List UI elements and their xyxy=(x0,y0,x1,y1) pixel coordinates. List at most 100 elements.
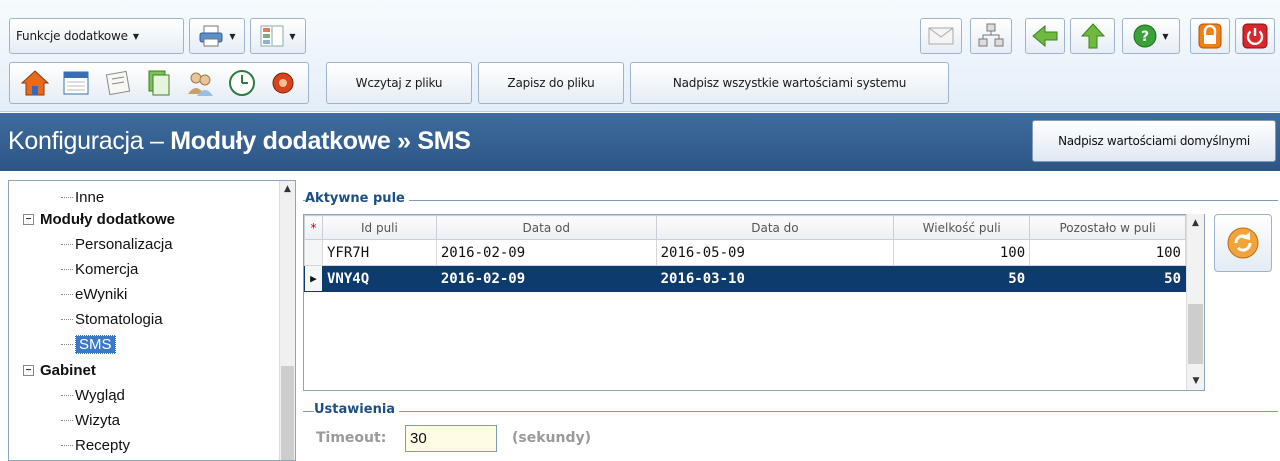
scroll-up-icon[interactable]: ▲ xyxy=(1187,214,1204,232)
tree-connector xyxy=(61,293,73,295)
settings-group-title: Ustawienia xyxy=(314,402,400,417)
timeout-input[interactable] xyxy=(405,425,497,452)
tree-item-label: Gabinet xyxy=(40,361,96,379)
home-icon[interactable] xyxy=(20,68,50,98)
tree-item-recepty[interactable]: Recepty xyxy=(61,434,130,456)
column-header-pool-size[interactable]: Wielkość puli xyxy=(893,215,1031,240)
functions-dropdown-label: Funkcje dodatkowe xyxy=(16,29,128,43)
scroll-thumb[interactable] xyxy=(281,366,294,460)
chevron-down-icon: ▼ xyxy=(229,31,236,41)
chevron-down-icon: ▼ xyxy=(1162,31,1169,41)
tree-item-inne[interactable]: Inne xyxy=(61,186,104,208)
mail-button[interactable] xyxy=(920,18,962,54)
print-button[interactable]: ▼ xyxy=(189,18,245,54)
tree-item-label: Wizyta xyxy=(75,411,120,429)
svg-text:?: ? xyxy=(1141,29,1149,45)
toolbar: Funkcje dodatkowe ▼ ▼ ▼ ? ▼ Wczytaj z pl… xyxy=(0,0,1280,112)
table-row-selected[interactable]: ▶ VNY4Q 2016-02-09 2016-03-10 50 50 xyxy=(304,265,1186,292)
tree-item-sms[interactable]: SMS xyxy=(61,333,116,355)
columns-button[interactable]: ▼ xyxy=(250,18,306,54)
load-from-file-button[interactable]: Wczytaj z pliku xyxy=(326,62,472,104)
grid-scrollbar[interactable]: ▲ ▼ xyxy=(1186,214,1204,390)
tree-connector xyxy=(61,444,73,446)
cell-id[interactable]: VNY4Q xyxy=(321,265,437,292)
page-title: Konfiguracja – Moduły dodatkowe » SMS xyxy=(8,127,471,156)
tree-connector xyxy=(61,394,73,396)
overwrite-all-system-button[interactable]: Nadpisz wszystkie wartościami systemu xyxy=(630,62,949,104)
tree-connector xyxy=(61,268,73,270)
config-tree: Inne − Moduły dodatkowe Personalizacja Ko… xyxy=(8,180,296,461)
cell-date-to[interactable]: 2016-05-09 xyxy=(655,239,895,266)
title-section: Moduły dodatkowe » SMS xyxy=(170,127,471,155)
column-header-date-from[interactable]: Data od xyxy=(435,215,657,240)
help-button[interactable]: ? ▼ xyxy=(1122,18,1180,54)
tree-item-label: Moduły dodatkowe xyxy=(40,210,175,228)
tree-scrollbar[interactable]: ▲ xyxy=(279,181,295,460)
chevron-down-icon: ▼ xyxy=(132,31,139,41)
column-header-id[interactable]: Id puli xyxy=(321,215,437,240)
cell-pool-size[interactable]: 50 xyxy=(893,265,1031,292)
tree-item-komercja[interactable]: Komercja xyxy=(61,258,138,280)
power-button[interactable] xyxy=(1235,18,1275,54)
documents-icon[interactable] xyxy=(144,68,174,98)
network-button[interactable] xyxy=(970,18,1012,54)
tree-connector xyxy=(61,343,73,345)
tree-item-label: Stomatologia xyxy=(75,310,163,328)
scroll-thumb[interactable] xyxy=(1188,304,1203,364)
pools-grid: * Id puli Data od Data do Wielkość puli … xyxy=(304,215,1186,292)
refresh-pools-button[interactable] xyxy=(1214,214,1272,272)
pools-table: * Id puli Data od Data do Wielkość puli … xyxy=(303,214,1205,391)
tree-item-label: SMS xyxy=(75,334,116,354)
collapse-icon[interactable]: − xyxy=(23,213,34,225)
calendar-icon[interactable] xyxy=(61,68,91,98)
save-to-file-button[interactable]: Zapisz do pliku xyxy=(478,62,624,104)
tree-item-label: eWyniki xyxy=(75,285,128,303)
cell-date-to[interactable]: 2016-03-10 xyxy=(655,265,895,292)
cell-date-from[interactable]: 2016-02-09 xyxy=(435,239,657,266)
columns-icon xyxy=(260,25,284,47)
cell-pool-left[interactable]: 50 xyxy=(1029,265,1186,292)
scroll-up-icon[interactable]: ▲ xyxy=(280,181,295,197)
tree-item-label: Komercja xyxy=(75,260,139,278)
power-icon xyxy=(1242,23,1268,49)
collapse-icon[interactable]: − xyxy=(23,364,34,376)
tree-item-label: Personalizacja xyxy=(75,235,173,253)
timeout-label: Timeout: xyxy=(316,430,387,446)
tree-item-wizyta[interactable]: Wizyta xyxy=(61,409,120,431)
table-row[interactable]: YFR7H 2016-02-09 2016-05-09 100 100 xyxy=(304,239,1186,266)
tree-item-gabinet[interactable]: − Gabinet xyxy=(23,359,96,381)
scroll-down-icon[interactable]: ▼ xyxy=(1187,372,1205,390)
tree-item-label: Recepty xyxy=(75,436,131,454)
refresh-icon xyxy=(1227,227,1259,259)
tree-connector xyxy=(61,419,73,421)
column-header-date-to[interactable]: Data do xyxy=(655,215,895,240)
tree-item-ewyniki[interactable]: eWyniki xyxy=(61,283,127,305)
cell-pool-size[interactable]: 100 xyxy=(893,239,1031,266)
notes-icon[interactable] xyxy=(103,68,133,98)
users-icon[interactable] xyxy=(185,68,215,98)
lock-icon xyxy=(1198,23,1222,49)
tree-item-stomatologia[interactable]: Stomatologia xyxy=(61,308,163,330)
tree-item-wyglad[interactable]: Wygląd xyxy=(61,384,125,406)
back-button[interactable] xyxy=(1025,18,1065,54)
lock-button[interactable] xyxy=(1190,18,1230,54)
settings-gear-icon[interactable] xyxy=(268,68,298,98)
tree-item-label: Inne xyxy=(75,188,105,206)
mail-icon xyxy=(928,27,954,45)
overwrite-defaults-button[interactable]: Nadpisz wartościami domyślnymi xyxy=(1032,120,1276,162)
tree-item-personalizacja[interactable]: Personalizacja xyxy=(61,233,173,255)
module-icons-group xyxy=(9,62,309,104)
tree-connector xyxy=(61,318,73,320)
functions-dropdown[interactable]: Funkcje dodatkowe ▼ xyxy=(9,18,184,54)
tree-connector xyxy=(61,243,73,245)
title-prefix: Konfiguracja – xyxy=(8,127,171,155)
cell-date-from[interactable]: 2016-02-09 xyxy=(435,265,657,292)
up-button[interactable] xyxy=(1070,18,1115,54)
column-header-pool-left[interactable]: Pozostało w puli xyxy=(1029,215,1186,240)
cell-id[interactable]: YFR7H xyxy=(321,239,437,266)
help-icon: ? xyxy=(1133,24,1157,48)
clock-icon[interactable] xyxy=(227,68,257,98)
cell-pool-left[interactable]: 100 xyxy=(1029,239,1186,266)
tree-item-moduly-dodatkowe[interactable]: − Moduły dodatkowe xyxy=(23,208,175,230)
page-header: Konfiguracja – Moduły dodatkowe » SMS Na… xyxy=(0,113,1280,171)
